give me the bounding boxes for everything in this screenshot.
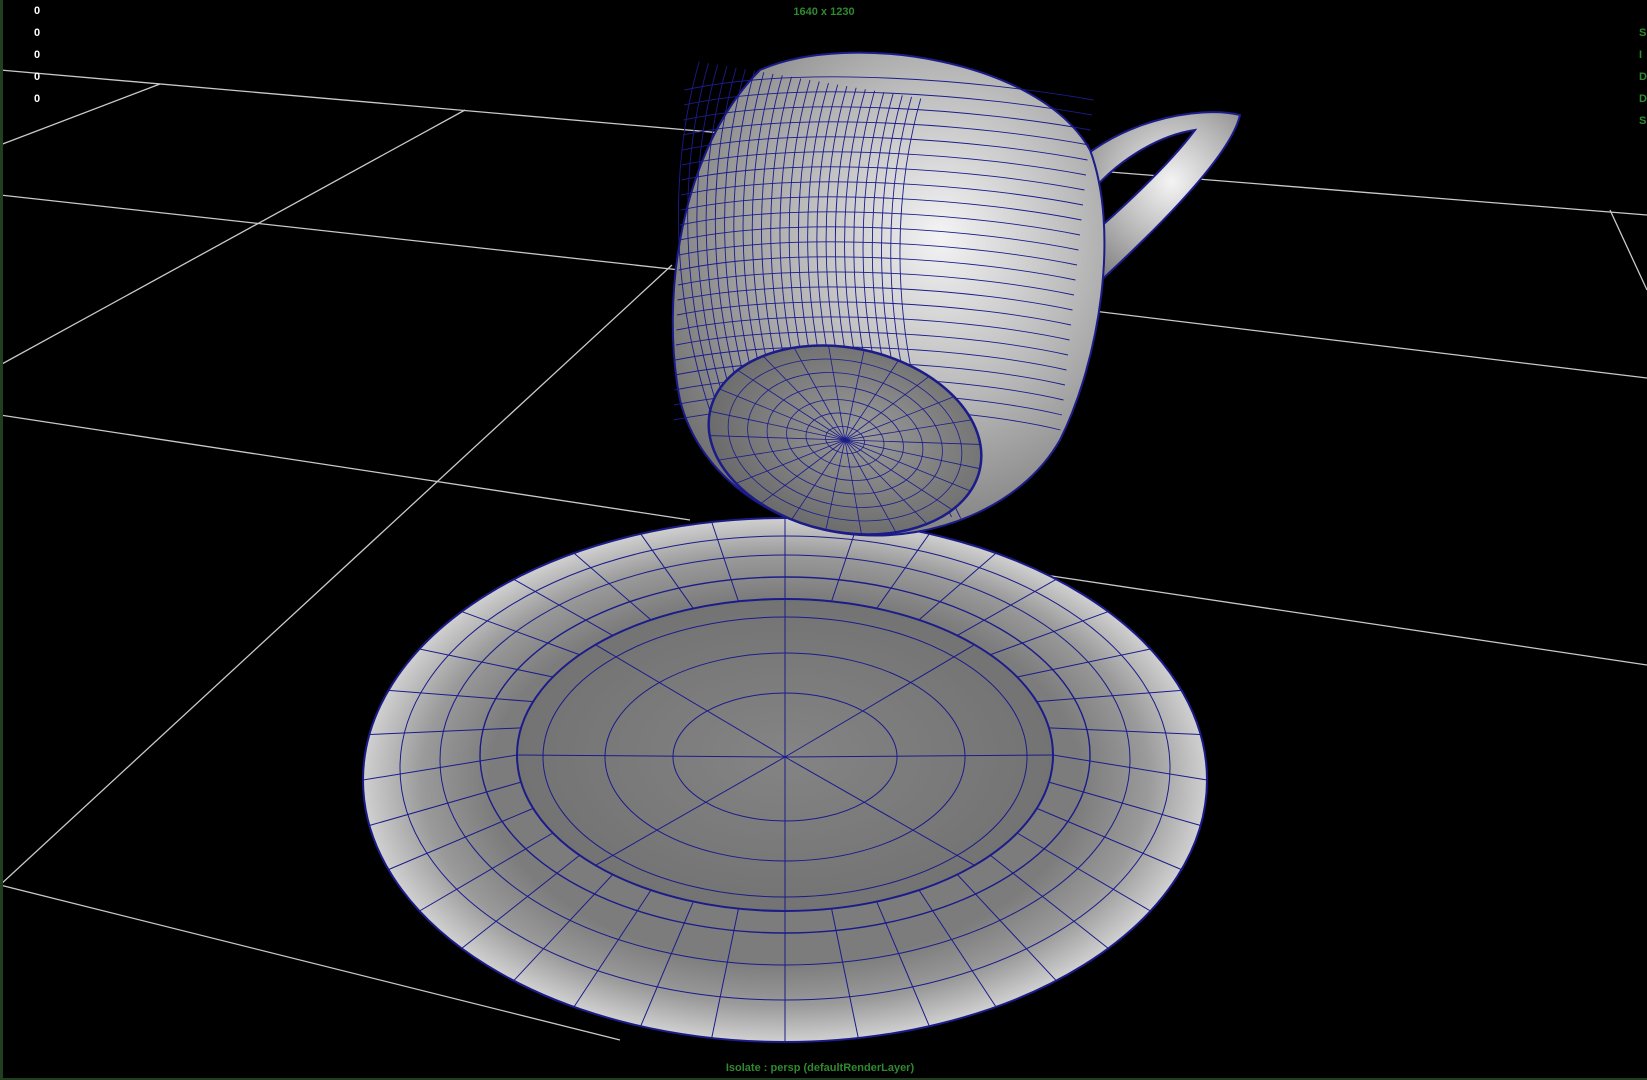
scene-canvas[interactable] [0,0,1647,1080]
right-hud-item: S [1639,27,1647,39]
camera-label: Isolate : persp (defaultRenderLayer) [725,1062,915,1074]
resolution-gate-label: 1640 x 1230 [793,6,855,18]
hud-stat-edges: 0 [34,27,41,39]
hud-stat-uvs: 0 [34,93,41,105]
viewport-left-border [0,0,3,1080]
hud-stat-tris: 0 [34,71,41,83]
hud-stat-verts: 0 [34,5,41,17]
right-hud-item: D [1639,93,1647,105]
right-hud-item: I [1639,49,1643,61]
right-hud-item: S [1639,115,1647,127]
poly-count-hud: 0 0 0 0 0 [34,0,40,110]
cup-mesh [671,51,1242,537]
hud-stat-faces: 0 [34,49,41,61]
right-hud-column: S I D D S [1639,22,1647,132]
3d-viewport[interactable]: 0 0 0 0 0 1640 x 1230 S I D D S Isolate … [0,0,1647,1080]
saucer-mesh [362,517,1208,1043]
right-hud-item: D [1639,71,1647,83]
